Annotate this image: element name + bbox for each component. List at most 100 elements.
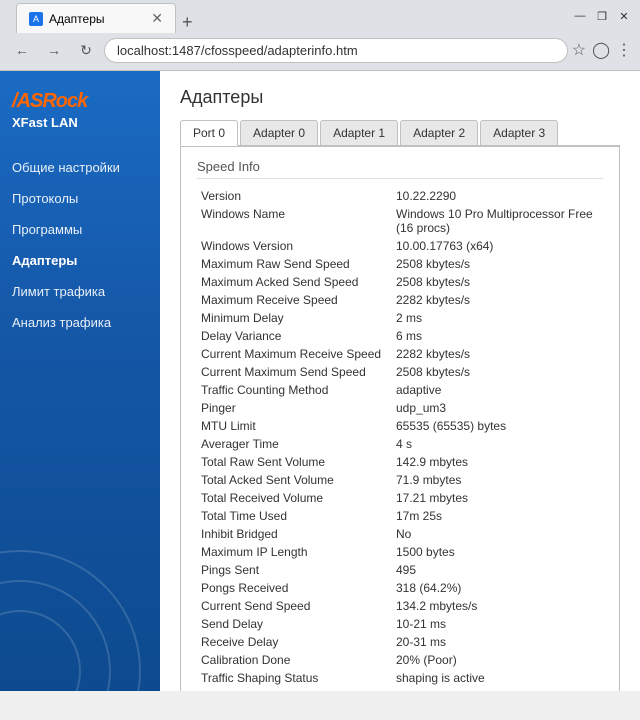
forward-button[interactable]: → bbox=[40, 36, 68, 64]
table-row: MTU Limit65535 (65535) bytes bbox=[197, 417, 603, 435]
row-value: 2508 kbytes/s bbox=[392, 255, 603, 273]
table-row: Maximum Raw Send Speed2508 kbytes/s bbox=[197, 255, 603, 273]
table-row: Inhibit BridgedNo bbox=[197, 525, 603, 543]
row-key: Maximum IP Length bbox=[197, 543, 392, 561]
table-row: Traffic Counting Methodadaptive bbox=[197, 381, 603, 399]
new-tab-button[interactable]: + bbox=[182, 12, 193, 33]
sidebar-item-программы[interactable]: Программы bbox=[0, 214, 160, 245]
page-title: Адаптеры bbox=[180, 87, 620, 108]
row-value: 1500 bytes bbox=[392, 543, 603, 561]
row-value: 20% (Poor) bbox=[392, 651, 603, 669]
minimize-button[interactable]: — bbox=[572, 8, 588, 24]
row-key: Total Received Volume bbox=[197, 489, 392, 507]
account-icon[interactable]: ◯ bbox=[592, 40, 610, 60]
row-value: 17.21 mbytes bbox=[392, 489, 603, 507]
row-value: 134.2 mbytes/s bbox=[392, 597, 603, 615]
row-key: Windows Version bbox=[197, 237, 392, 255]
menu-icon[interactable]: ⋮ bbox=[616, 40, 632, 60]
row-key: Maximum Raw Send Speed bbox=[197, 255, 392, 273]
table-row: Total Received Volume17.21 mbytes bbox=[197, 489, 603, 507]
tab-adapter-2[interactable]: Adapter 2 bbox=[400, 120, 478, 145]
table-row: Minimum Delay2 ms bbox=[197, 309, 603, 327]
row-value: Windows 10 Pro Multiprocessor Free (16 p… bbox=[392, 205, 603, 237]
section-title: Speed Info bbox=[197, 159, 603, 179]
table-row: Maximum IP Length1500 bytes bbox=[197, 543, 603, 561]
row-key: Pinger bbox=[197, 399, 392, 417]
row-key: Total Raw Sent Volume bbox=[197, 453, 392, 471]
row-key: Maximum Acked Send Speed bbox=[197, 273, 392, 291]
tab-close-button[interactable]: ✕ bbox=[151, 10, 163, 27]
row-key: Minimum Delay bbox=[197, 309, 392, 327]
sidebar-item-общие-настройки[interactable]: Общие настройки bbox=[0, 152, 160, 183]
row-key: Traffic Shaping Status bbox=[197, 669, 392, 687]
tab-adapter-3[interactable]: Adapter 3 bbox=[480, 120, 558, 145]
table-row: Windows NameWindows 10 Pro Multiprocesso… bbox=[197, 205, 603, 237]
table-row: Windows Version10.00.17763 (x64) bbox=[197, 237, 603, 255]
address-bar-input[interactable]: localhost:1487/cfosspeed/adapterinfo.htm bbox=[104, 38, 568, 63]
row-value: 6 ms bbox=[392, 327, 603, 345]
main-content: Адаптеры Port 0Adapter 0Adapter 1Adapter… bbox=[160, 71, 640, 691]
table-row: Averager Time4 s bbox=[197, 435, 603, 453]
table-row: Pongs Received318 (64.2%) bbox=[197, 579, 603, 597]
table-row: Delay Variance6 ms bbox=[197, 327, 603, 345]
asrock-logo: /ASRock bbox=[12, 87, 148, 113]
row-value: 10.22.2290 bbox=[392, 187, 603, 205]
sidebar-item-анализ-трафика[interactable]: Анализ трафика bbox=[0, 307, 160, 338]
row-key: MTU Limit bbox=[197, 417, 392, 435]
table-row: Version10.22.2290 bbox=[197, 187, 603, 205]
restore-button[interactable]: ❒ bbox=[594, 8, 610, 24]
tab-title: Адаптеры bbox=[49, 12, 105, 26]
bookmark-icon[interactable]: ☆ bbox=[572, 40, 586, 60]
row-value: 2282 kbytes/s bbox=[392, 345, 603, 363]
browser-tab[interactable]: A Адаптеры ✕ bbox=[16, 3, 176, 33]
table-row: Current Maximum Send Speed2508 kbytes/s bbox=[197, 363, 603, 381]
refresh-button[interactable]: ↻ bbox=[72, 36, 100, 64]
table-row: Current Send Speed134.2 mbytes/s bbox=[197, 597, 603, 615]
tab-port-0[interactable]: Port 0 bbox=[180, 120, 238, 146]
row-value: 71.9 mbytes bbox=[392, 471, 603, 489]
row-key: Current Maximum Send Speed bbox=[197, 363, 392, 381]
tab-adapter-0[interactable]: Adapter 0 bbox=[240, 120, 318, 145]
table-row: Pings Sent495 bbox=[197, 561, 603, 579]
row-key: Pongs Received bbox=[197, 579, 392, 597]
close-button[interactable]: ✕ bbox=[616, 8, 632, 24]
back-button[interactable]: ← bbox=[8, 36, 36, 64]
row-value: 142.9 mbytes bbox=[392, 453, 603, 471]
tabs-bar: Port 0Adapter 0Adapter 1Adapter 2Adapter… bbox=[180, 120, 620, 146]
row-key: Total Time Used bbox=[197, 507, 392, 525]
table-row: Calibration Done20% (Poor) bbox=[197, 651, 603, 669]
table-row: Pingerudp_um3 bbox=[197, 399, 603, 417]
sidebar-item-протоколы[interactable]: Протоколы bbox=[0, 183, 160, 214]
logo-area: /ASRock XFast LAN bbox=[0, 71, 160, 142]
row-key: Receive Delay bbox=[197, 633, 392, 651]
row-value: 495 bbox=[392, 561, 603, 579]
row-value: shaping is active bbox=[392, 669, 603, 687]
row-value: adaptive bbox=[392, 381, 603, 399]
table-row: Traffic Shaping Statusshaping is active bbox=[197, 669, 603, 687]
row-key: Total Acked Sent Volume bbox=[197, 471, 392, 489]
row-key: Pings Sent bbox=[197, 561, 392, 579]
table-row: Total Time Used17m 25s bbox=[197, 507, 603, 525]
sidebar-item-адаптеры[interactable]: Адаптеры bbox=[0, 245, 160, 276]
row-key: Windows Name bbox=[197, 205, 392, 237]
row-value: 2 ms bbox=[392, 309, 603, 327]
tab-adapter-1[interactable]: Adapter 1 bbox=[320, 120, 398, 145]
info-panel: Speed Info Version10.22.2290Windows Name… bbox=[180, 146, 620, 691]
row-key: Send Delay bbox=[197, 615, 392, 633]
row-key: Version bbox=[197, 187, 392, 205]
table-row: Maximum Acked Send Speed2508 kbytes/s bbox=[197, 273, 603, 291]
row-key: Traffic Counting Method bbox=[197, 381, 392, 399]
tab-favicon: A bbox=[29, 12, 43, 26]
row-value: 318 (64.2%) bbox=[392, 579, 603, 597]
row-value: 20-31 ms bbox=[392, 633, 603, 651]
table-row: Total Raw Sent Volume142.9 mbytes bbox=[197, 453, 603, 471]
xfast-lan-logo: XFast LAN bbox=[12, 115, 148, 130]
row-value: 10-21 ms bbox=[392, 615, 603, 633]
sidebar-item-лимит-трафика[interactable]: Лимит трафика bbox=[0, 276, 160, 307]
row-value: udp_um3 bbox=[392, 399, 603, 417]
table-row: Send Delay10-21 ms bbox=[197, 615, 603, 633]
row-key: Maximum Receive Speed bbox=[197, 291, 392, 309]
row-key: Calibration Done bbox=[197, 651, 392, 669]
row-value: 2282 kbytes/s bbox=[392, 291, 603, 309]
row-value: 4 s bbox=[392, 435, 603, 453]
